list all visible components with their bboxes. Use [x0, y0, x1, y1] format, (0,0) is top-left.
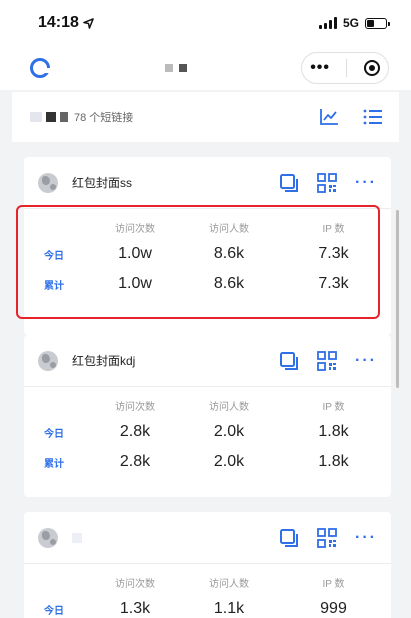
nav-bar: ••• — [0, 46, 411, 90]
stats-header-row: 访问次数 访问人数 IP 数 — [24, 570, 391, 594]
app-logo-icon — [30, 58, 50, 78]
nav-title-redacted — [164, 64, 187, 72]
visits-value: 2.8k — [119, 423, 151, 440]
stats-row-total: 累计 2.8k 2.0k 1.8k — [24, 447, 391, 477]
globe-icon — [38, 172, 58, 193]
col-ip: IP 数 — [322, 401, 345, 413]
row-label-total: 累计 — [44, 280, 64, 292]
link-card: 红包封面kdj ··· 访问次数 访问人数 IP 数 今日 2.8k 2.0k … — [24, 335, 391, 497]
links-summary: 78 个短链接 — [30, 109, 133, 125]
close-miniprogram-icon[interactable] — [363, 60, 380, 76]
stats-row-today: 今日 1.0w 8.6k 7.3k — [24, 239, 391, 269]
visits-value: 1.0w — [118, 275, 152, 292]
globe-icon — [38, 527, 58, 548]
status-time: 14:18 — [38, 14, 79, 31]
visits-value: 2.8k — [119, 453, 151, 470]
location-arrow-icon — [83, 17, 94, 29]
visitors-value: 2.0k — [213, 423, 245, 440]
qrcode-icon[interactable] — [317, 350, 337, 371]
copy-icon[interactable] — [279, 528, 299, 548]
col-visitors: 访问人数 — [209, 578, 249, 590]
ip-value: 999 — [320, 600, 347, 617]
col-visits: 访问次数 — [115, 223, 155, 235]
card-header: 红包封面ss ··· — [24, 157, 391, 209]
status-indicators: 5G — [318, 16, 390, 30]
list-view-icon[interactable] — [363, 108, 383, 126]
mini-program-capsule: ••• — [301, 52, 389, 84]
copy-icon[interactable] — [279, 173, 299, 193]
col-ip: IP 数 — [322, 223, 345, 235]
status-bar: 14:18 5G — [0, 0, 411, 46]
stats-row-total: 累计 1.0w 8.6k 7.3k — [24, 269, 391, 299]
row-label-today: 今日 — [44, 250, 64, 262]
ip-value: 1.8k — [318, 453, 349, 470]
card-more-button[interactable]: ··· — [355, 352, 377, 370]
scrollbar[interactable] — [396, 210, 399, 388]
row-label-today: 今日 — [44, 605, 64, 617]
links-count: 78 个短链接 — [74, 112, 134, 124]
card-more-button[interactable]: ··· — [355, 174, 377, 192]
visitors-value: 8.6k — [213, 275, 245, 292]
more-menu-icon[interactable]: ••• — [310, 59, 330, 77]
col-visitors: 访问人数 — [209, 223, 249, 235]
ip-value: 1.8k — [318, 423, 349, 440]
card-title: 红包封面kdj — [72, 354, 136, 368]
row-label-total: 累计 — [44, 458, 64, 470]
visitors-value: 1.1k — [213, 600, 245, 617]
link-card: 红包封面ss ··· 访问次数 访问人数 IP 数 今日 1.0w 8.6k 7… — [24, 157, 391, 335]
ip-value: 7.3k — [318, 275, 349, 292]
card-title: 红包封面ss — [72, 176, 133, 190]
status-time-group: 14:18 — [38, 14, 94, 32]
network-type: 5G — [342, 16, 359, 30]
col-visitors: 访问人数 — [209, 401, 249, 413]
links-summary-bar: 78 个短链接 — [12, 92, 399, 142]
card-more-button[interactable]: ··· — [355, 529, 377, 547]
visits-value: 1.0w — [118, 245, 152, 262]
signal-icon — [318, 17, 337, 29]
stats-header-row: 访问次数 访问人数 IP 数 — [24, 393, 391, 417]
chart-view-icon[interactable] — [319, 108, 339, 126]
ip-value: 7.3k — [318, 245, 349, 262]
visitors-value: 2.0k — [213, 453, 245, 470]
qrcode-icon[interactable] — [317, 172, 337, 193]
stats-header-row: 访问次数 访问人数 IP 数 — [24, 215, 391, 239]
card-stats: 访问次数 访问人数 IP 数 今日 2.8k 2.0k 1.8k 累计 2.8k… — [24, 387, 391, 477]
stats-row-today: 今日 1.3k 1.1k 999 — [24, 594, 391, 618]
copy-icon[interactable] — [279, 351, 299, 371]
card-stats: 访问次数 访问人数 IP 数 今日 1.3k 1.1k 999 — [24, 564, 391, 618]
stats-row-today: 今日 2.8k 2.0k 1.8k — [24, 417, 391, 447]
row-label-today: 今日 — [44, 428, 64, 440]
card-header: 红包封面kdj ··· — [24, 335, 391, 387]
card-stats: 访问次数 访问人数 IP 数 今日 1.0w 8.6k 7.3k 累计 1.0w… — [24, 209, 391, 299]
globe-icon — [38, 350, 58, 371]
col-visits: 访问次数 — [115, 578, 155, 590]
visitors-value: 8.6k — [213, 245, 245, 262]
col-visits: 访问次数 — [115, 401, 155, 413]
card-header: ··· — [24, 512, 391, 564]
qrcode-icon[interactable] — [317, 527, 337, 548]
card-title-redacted — [72, 532, 82, 543]
battery-icon — [365, 17, 390, 29]
visits-value: 1.3k — [119, 600, 151, 617]
link-card: ··· 访问次数 访问人数 IP 数 今日 1.3k 1.1k 999 — [24, 512, 391, 618]
col-ip: IP 数 — [322, 578, 345, 590]
